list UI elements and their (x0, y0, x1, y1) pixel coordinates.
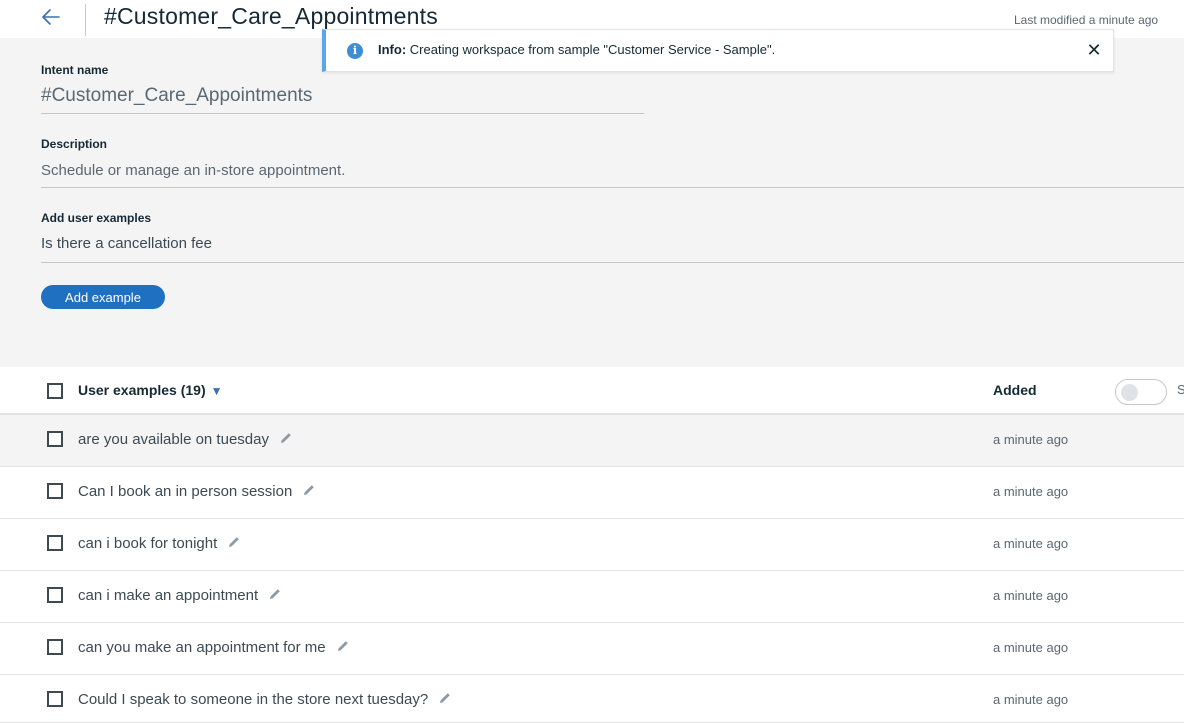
intent-form: Intent name #Customer_Care_Appointments … (0, 38, 1184, 367)
row-checkbox[interactable] (47, 483, 63, 499)
row-checkbox[interactable] (47, 639, 63, 655)
user-example-underline (41, 262, 1184, 263)
row-example: Could I speak to someone in the store ne… (78, 691, 452, 708)
table-row: are you available on tuesday a minute ag… (0, 415, 1184, 467)
pencil-icon[interactable] (438, 691, 452, 705)
user-example-input[interactable]: Is there a cancellation fee (41, 235, 212, 252)
row-example-text[interactable]: can i make an appointment (78, 587, 258, 604)
pencil-icon[interactable] (302, 483, 316, 497)
description-field[interactable]: Schedule or manage an in-store appointme… (41, 162, 345, 179)
added-column-header[interactable]: Added (993, 382, 1037, 398)
user-examples-header[interactable]: User examples (19) ▼ (78, 382, 223, 398)
table-row: can i make an appointment a minute ago (0, 571, 1184, 623)
info-message-text: Creating workspace from sample "Customer… (409, 42, 776, 57)
toggle-label: S (1177, 382, 1184, 397)
intent-name-underline (41, 113, 644, 114)
table-row: Could I speak to someone in the store ne… (0, 675, 1184, 723)
close-icon[interactable]: ✕ (1084, 40, 1104, 60)
row-example: Can I book an in person session (78, 483, 316, 500)
table-row: Can I book an in person session a minute… (0, 467, 1184, 519)
toggle-knob (1121, 384, 1138, 401)
add-example-button[interactable]: Add example (41, 285, 165, 309)
row-example-text[interactable]: Can I book an in person session (78, 483, 292, 500)
row-example-text[interactable]: can you make an appointment for me (78, 639, 326, 656)
row-example: can i make an appointment (78, 587, 282, 604)
row-example-text[interactable]: Could I speak to someone in the store ne… (78, 691, 428, 708)
row-example: are you available on tuesday (78, 431, 293, 448)
info-message: Info: Creating workspace from sample "Cu… (378, 42, 775, 57)
row-example-text[interactable]: are you available on tuesday (78, 431, 269, 448)
row-added-date: a minute ago (993, 484, 1069, 499)
caret-down-icon[interactable]: ▼ (211, 384, 223, 398)
row-added-date: a minute ago (993, 432, 1069, 447)
row-example: can i book for tonight (78, 535, 241, 552)
last-modified-text: Last modified a minute ago (1014, 13, 1159, 27)
row-checkbox[interactable] (47, 535, 63, 551)
header-divider (85, 4, 86, 36)
table-header: User examples (19) ▼ Added S (0, 367, 1184, 415)
row-example-text[interactable]: can i book for tonight (78, 535, 217, 552)
pencil-icon[interactable] (268, 587, 282, 601)
pencil-icon[interactable] (227, 535, 241, 549)
info-prefix: Info: (378, 42, 407, 57)
info-icon: i (347, 43, 363, 59)
user-examples-label: Add user examples (41, 211, 152, 225)
arrow-left-icon[interactable] (38, 4, 64, 30)
user-examples-count: User examples (19) (78, 382, 206, 398)
table-row: can i book for tonight a minute ago (0, 519, 1184, 571)
pencil-icon[interactable] (336, 639, 350, 653)
row-example: can you make an appointment for me (78, 639, 350, 656)
toggle-switch[interactable] (1115, 379, 1167, 405)
page-title: #Customer_Care_Appointments (104, 3, 438, 29)
select-all-checkbox[interactable] (47, 383, 63, 399)
table-row: can you make an appointment for me a min… (0, 623, 1184, 675)
row-added-date: a minute ago (993, 536, 1069, 551)
row-added-date: a minute ago (993, 640, 1069, 655)
description-underline (41, 187, 1184, 188)
row-checkbox[interactable] (47, 587, 63, 603)
info-notification: i Info: Creating workspace from sample "… (322, 29, 1114, 72)
row-checkbox[interactable] (47, 431, 63, 447)
row-checkbox[interactable] (47, 691, 63, 707)
pencil-icon[interactable] (279, 431, 293, 445)
intent-name-label: Intent name (41, 63, 109, 77)
description-label: Description (41, 137, 108, 151)
row-added-date: a minute ago (993, 692, 1069, 707)
intent-name-field[interactable]: #Customer_Care_Appointments (41, 85, 312, 107)
row-added-date: a minute ago (993, 588, 1069, 603)
